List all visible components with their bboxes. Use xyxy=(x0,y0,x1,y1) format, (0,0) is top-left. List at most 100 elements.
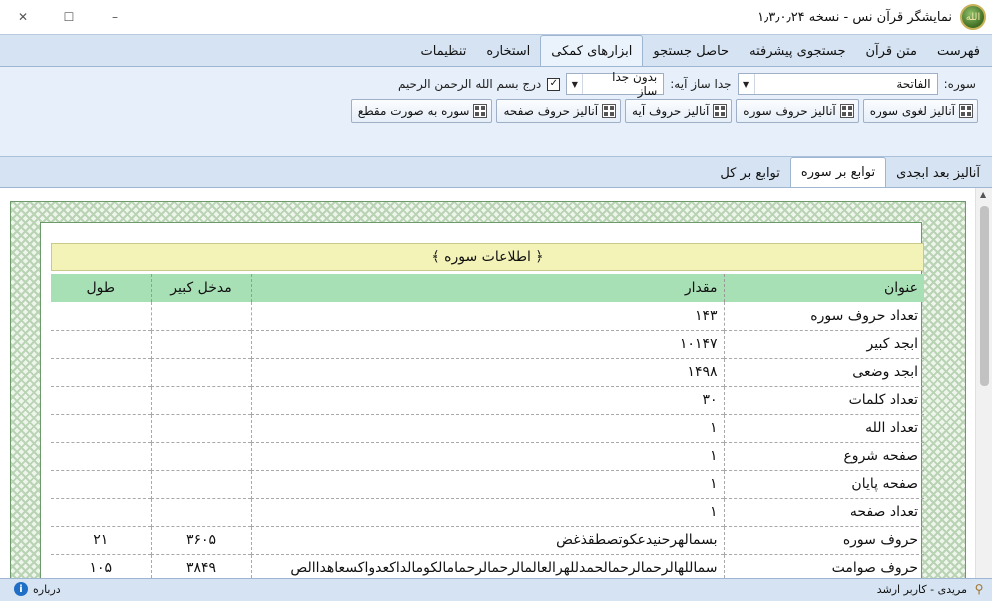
tab-search-results[interactable]: حاصل جستجو xyxy=(643,37,739,66)
row-kabir-entry xyxy=(150,302,251,331)
about-link[interactable]: i درباره xyxy=(14,582,61,596)
table-row: صفحه شروع ۱ xyxy=(51,442,924,471)
close-icon[interactable]: ✕ xyxy=(0,0,46,34)
row-length xyxy=(51,386,151,415)
row-title: تعداد الله xyxy=(723,414,924,443)
row-length xyxy=(51,302,151,331)
tab-surah-functions[interactable]: توابع بر سوره xyxy=(789,157,887,187)
vertical-scrollbar[interactable]: ▲ xyxy=(975,188,992,578)
chevron-down-icon[interactable]: ▼ xyxy=(739,74,755,94)
bismillah-checkbox[interactable]: ✓ xyxy=(547,77,561,91)
row-value: ۱ xyxy=(250,470,724,499)
row-length xyxy=(51,470,151,499)
table-header-row: عنوان مقدار مدخل کبیر طول xyxy=(51,274,924,302)
content-area: ﴿ اطلاعات سوره ﴾ عنوان مقدار مدخل کبیر ط… xyxy=(0,188,992,578)
minimize-icon[interactable]: – xyxy=(92,0,138,34)
status-bar: i درباره ⚲ مریدی - کاربر ارشد xyxy=(0,578,992,601)
surah-info-table: عنوان مقدار مدخل کبیر طول تعداد حروف سور… xyxy=(51,274,924,578)
button-label: سوره به صورت مقطع xyxy=(357,104,470,118)
row-title: ابجد کبیر xyxy=(723,330,924,359)
window-controls: ✕ ☐ – xyxy=(0,0,138,34)
column-header-value: مقدار xyxy=(250,274,724,302)
separator-label: جدا ساز آیه: xyxy=(670,77,732,91)
scroll-up-icon[interactable]: ▲ xyxy=(980,190,986,199)
surah-select[interactable]: الفاتحة ▼ xyxy=(737,73,938,95)
column-header-length: طول xyxy=(51,274,151,302)
surah-info-section: ﴿ اطلاعات سوره ﴾ عنوان مقدار مدخل کبیر ط… xyxy=(51,243,924,578)
row-value: ۱۴۳ xyxy=(250,302,724,331)
grid-icon xyxy=(602,104,617,118)
surah-segmented-button[interactable]: سوره به صورت مقطع xyxy=(350,99,493,123)
row-length: ۲۱ xyxy=(51,526,151,555)
scrollbar-thumb[interactable] xyxy=(980,206,989,386)
row-kabir-entry xyxy=(150,414,251,443)
separator-select[interactable]: بدون جدا ساز ▼ xyxy=(566,70,665,98)
surah-label: سوره: xyxy=(943,77,976,91)
row-length: ۱۰۵ xyxy=(51,554,151,578)
grid-icon xyxy=(713,104,728,118)
tab-index[interactable]: فهرست xyxy=(927,37,990,66)
grid-icon xyxy=(839,104,854,118)
button-label: آنالیز حروف صفحه xyxy=(503,104,599,118)
tab-settings[interactable]: تنظیمات xyxy=(411,37,477,66)
table-row: ابجد کبیر ۱۰۱۴۷ xyxy=(51,330,924,359)
row-value: ۱ xyxy=(250,442,724,471)
surah-lexical-analysis-button[interactable]: آنالیز لغوی سوره xyxy=(862,99,978,123)
row-length xyxy=(51,414,151,443)
row-kabir-entry xyxy=(150,386,251,415)
table-row: تعداد کلمات ۳۰ xyxy=(51,386,924,415)
app-logo-icon: الله xyxy=(960,4,986,30)
column-header-title: عنوان xyxy=(723,274,924,302)
row-title: تعداد صفحه xyxy=(723,498,924,527)
tab-global-functions[interactable]: توابع بر کل xyxy=(710,160,790,187)
surah-select-value: الفاتحة xyxy=(896,77,931,91)
analysis-buttons: آنالیز لغوی سوره آنالیز حروف سوره آنالیز… xyxy=(350,99,978,123)
row-value: ۱۴۹۸ xyxy=(250,358,724,387)
row-title: تعداد کلمات xyxy=(723,386,924,415)
button-label: آنالیز لغوی سوره xyxy=(869,104,955,118)
row-title: صفحه شروع xyxy=(723,442,924,471)
row-title: حروف سوره xyxy=(723,526,924,555)
tab-istikhara[interactable]: استخاره xyxy=(476,37,540,66)
row-title: ابجد وضعی xyxy=(723,358,924,387)
row-value: بسمالهرحنیدعکوتصطقذغض xyxy=(250,526,724,555)
row-kabir-entry: ۳۶۰۵ xyxy=(150,526,251,555)
about-label: درباره xyxy=(33,582,61,596)
title-bar: ✕ ☐ – نمایشگر قرآن نس - نسخه ۱٫۳٫۰٫۲۴ ال… xyxy=(0,0,992,34)
table-row: تعداد الله ۱ xyxy=(51,414,924,443)
row-length xyxy=(51,330,151,359)
user-icon: ⚲ xyxy=(974,582,984,596)
row-title: تعداد حروف سوره xyxy=(723,302,924,331)
row-kabir-entry xyxy=(150,442,251,471)
user-label: مریدی - کاربر ارشد xyxy=(876,582,967,596)
tab-abjad-analysis[interactable]: آنالیز بعد ابجدی xyxy=(886,160,990,187)
table-row: حروف صوامت سماللهالرحمالرحمالحمدللهرالعا… xyxy=(51,554,924,578)
row-title: صفحه پایان xyxy=(723,470,924,499)
section-title: ﴿ اطلاعات سوره ﴾ xyxy=(51,243,924,271)
table-row: صفحه پایان ۱ xyxy=(51,470,924,499)
row-title: حروف صوامت xyxy=(723,554,924,578)
grid-icon xyxy=(473,104,488,118)
tab-quran-text[interactable]: متن قرآن xyxy=(855,37,926,66)
tab-tools[interactable]: ابزارهای کمکی xyxy=(540,35,644,66)
bismillah-label: درج بسم الله الرحمن الرحیم xyxy=(397,77,542,91)
row-value: ۱۰۱۴۷ xyxy=(250,330,724,359)
page-letters-analysis-button[interactable]: آنالیز حروف صفحه xyxy=(496,99,622,123)
row-length xyxy=(51,358,151,387)
window-title: نمایشگر قرآن نس - نسخه ۱٫۳٫۰٫۲۴ xyxy=(757,9,952,25)
surah-letters-analysis-button[interactable]: آنالیز حروف سوره xyxy=(736,99,859,123)
column-header-kabir-entry: مدخل کبیر xyxy=(150,274,251,302)
ayah-letters-analysis-button[interactable]: آنالیز حروف آیه xyxy=(625,99,733,123)
user-status: ⚲ مریدی - کاربر ارشد xyxy=(877,582,986,596)
tools-panel: سوره: الفاتحة ▼ جدا ساز آیه: بدون جدا سا… xyxy=(0,67,992,157)
table-row: حروف سوره بسمالهرحنیدعکوتصطقذغض ۳۶۰۵ ۲۱ xyxy=(51,526,924,555)
tab-advanced-search[interactable]: جستجوی پیشرفته xyxy=(739,37,855,66)
row-length xyxy=(51,442,151,471)
main-menu-tabs: فهرست متن قرآن جستجوی پیشرفته حاصل جستجو… xyxy=(0,34,992,67)
chevron-down-icon[interactable]: ▼ xyxy=(567,74,584,94)
row-kabir-entry xyxy=(150,470,251,499)
maximize-icon[interactable]: ☐ xyxy=(46,0,92,34)
button-label: آنالیز حروف سوره xyxy=(743,104,836,118)
table-row: ابجد وضعی ۱۴۹۸ xyxy=(51,358,924,387)
button-label: آنالیز حروف آیه xyxy=(632,104,710,118)
